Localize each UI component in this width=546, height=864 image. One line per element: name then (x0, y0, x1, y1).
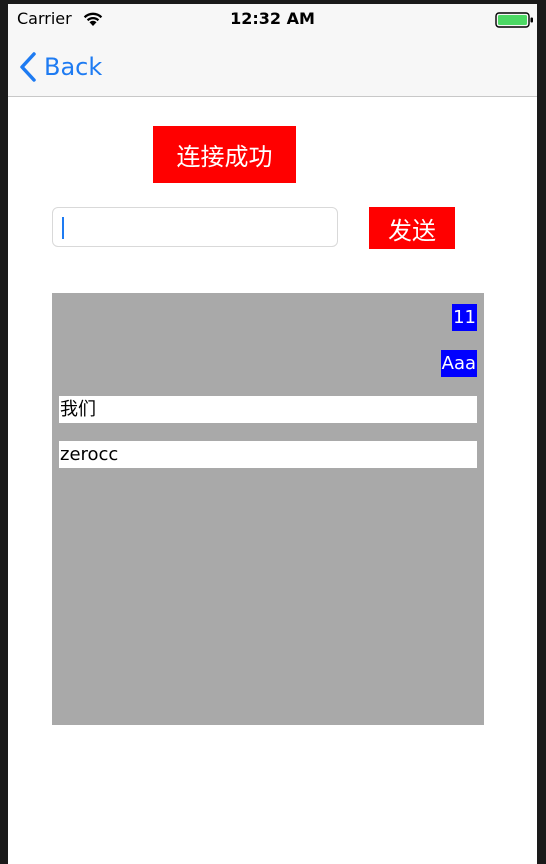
message-item-received: 我们 (59, 396, 477, 423)
battery-icon (495, 12, 533, 28)
app-screen: Carrier 12:32 AM Back 连接成功 发送 11 Aaa 我们 … (0, 0, 546, 864)
chevron-left-icon (20, 52, 36, 82)
status-time: 12:32 AM (230, 9, 315, 28)
message-item-received: zerocc (59, 441, 477, 468)
device-frame-left (0, 0, 8, 864)
send-button[interactable]: 发送 (369, 207, 455, 249)
connection-status-button[interactable]: 连接成功 (153, 126, 296, 183)
device-frame-right (537, 0, 546, 864)
back-label: Back (44, 53, 103, 81)
message-item-sent: Aaa (440, 350, 477, 377)
status-bar: Carrier 12:32 AM (8, 4, 537, 38)
device-screen: Carrier 12:32 AM Back 连接成功 发送 11 Aaa 我们 … (8, 4, 537, 864)
text-cursor (62, 217, 64, 239)
message-item-sent: 11 (452, 304, 477, 331)
message-list[interactable]: 11 Aaa 我们 zerocc (52, 293, 484, 725)
back-button[interactable]: Back (18, 50, 102, 84)
message-input[interactable] (52, 207, 338, 247)
navigation-bar: Back (8, 38, 537, 97)
